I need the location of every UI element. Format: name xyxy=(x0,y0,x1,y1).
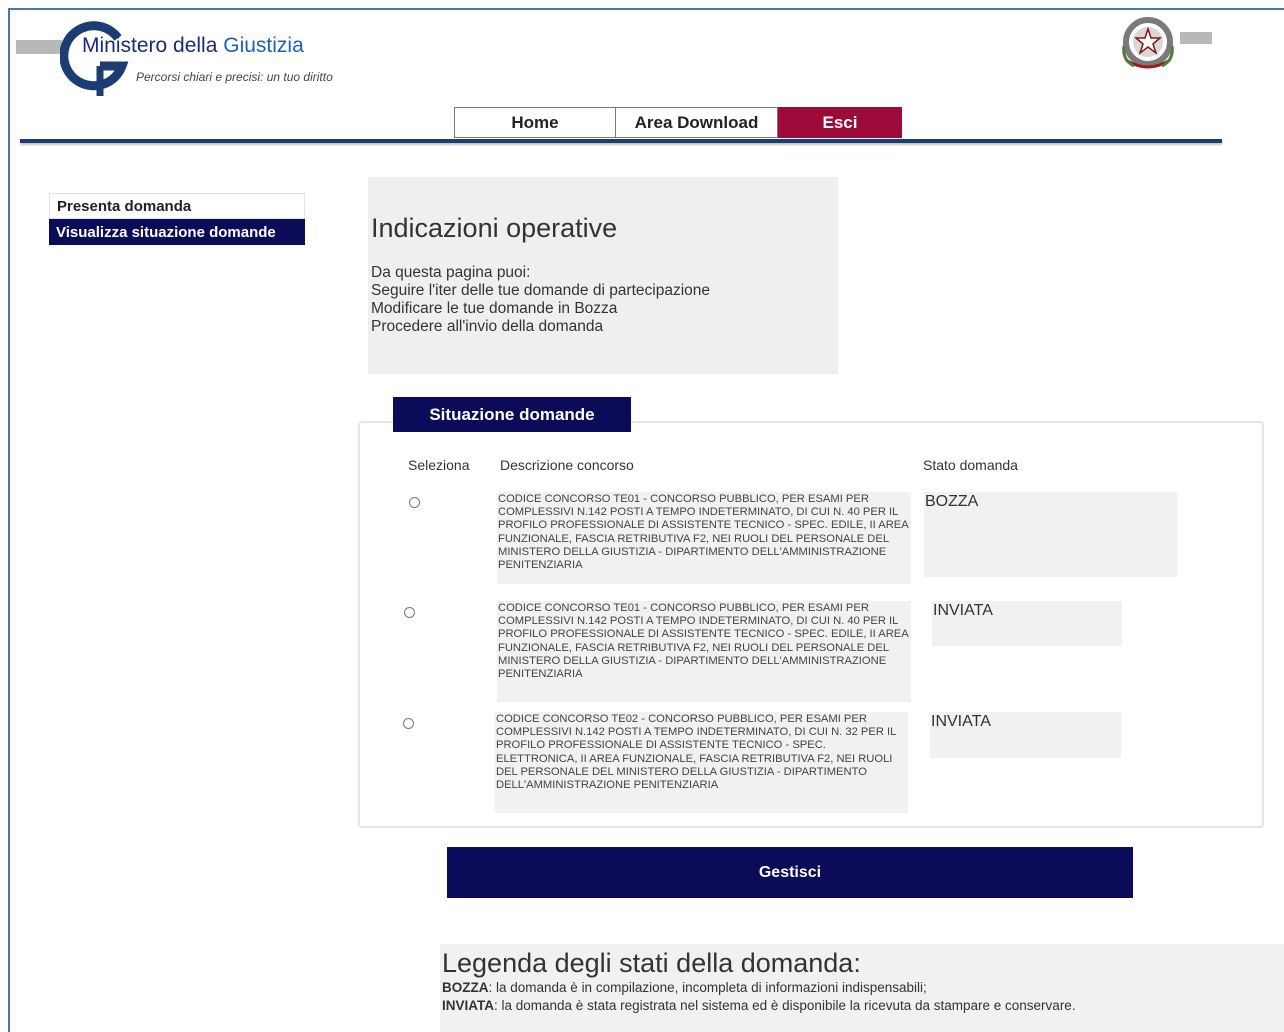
column-header-seleziona: Seleziona xyxy=(408,457,470,473)
logo-g-icon xyxy=(60,21,129,96)
column-header-stato: Stato domanda xyxy=(923,457,1018,473)
info-title: Indicazioni operative xyxy=(371,213,618,243)
row-description: CODICE CONCORSO TE02 - CONCORSO PUBBLICO… xyxy=(495,712,908,813)
info-line: Seguire l'iter delle tue domande di part… xyxy=(371,282,711,299)
legend-bozza: BOZZA: la domanda è in compilazione, inc… xyxy=(442,980,927,995)
row-state: INVIATA xyxy=(932,601,1122,646)
status-legend: Legenda degli stati della domanda: BOZZA… xyxy=(440,944,1284,1032)
situazione-domande-tab: Situazione domande xyxy=(393,397,631,432)
info-line: Modificare le tue domande in Bozza xyxy=(371,300,618,317)
info-line: Procedere all'invio della domanda xyxy=(371,318,604,335)
sidebar-item-presenta-domanda[interactable]: Presenta domanda xyxy=(49,193,305,219)
emblem-gray-bar xyxy=(1180,32,1212,44)
info-panel: Indicazioni operative Da questa pagina p… xyxy=(368,177,838,374)
legend-title: Legenda degli stati della domanda: xyxy=(442,948,861,978)
gestisci-button[interactable]: Gestisci xyxy=(447,847,1133,898)
nav-area-download-button[interactable]: Area Download xyxy=(616,107,778,138)
italian-republic-emblem-icon xyxy=(1122,17,1174,69)
top-navigation: Home Area Download Esci xyxy=(454,107,902,139)
row-select-radio[interactable] xyxy=(404,607,415,618)
row-description: CODICE CONCORSO TE01 - CONCORSO PUBBLICO… xyxy=(497,492,911,584)
row-state: INVIATA xyxy=(930,712,1121,758)
row-select-radio[interactable] xyxy=(409,497,420,508)
header-divider xyxy=(20,139,1222,143)
row-state: BOZZA xyxy=(924,492,1177,577)
nav-home-button[interactable]: Home xyxy=(454,107,616,138)
nav-exit-button[interactable]: Esci xyxy=(778,107,902,138)
row-select-radio[interactable] xyxy=(403,718,414,729)
ministry-logo: Ministero della Giustizia Percorsi chiar… xyxy=(16,14,368,102)
info-lines: Da questa pagina puoi: Seguire l'iter de… xyxy=(371,264,710,336)
logo-title: Ministero della Giustizia xyxy=(82,34,304,57)
column-header-descrizione: Descrizione concorso xyxy=(500,457,634,473)
legend-inviata: INVIATA: la domanda è stata registrata n… xyxy=(442,998,1076,1013)
logo-gray-bar xyxy=(16,40,62,54)
info-line: Da questa pagina puoi: xyxy=(371,264,531,281)
row-description: CODICE CONCORSO TE01 - CONCORSO PUBBLICO… xyxy=(497,601,911,702)
sidebar: Presenta domanda Visualizza situazione d… xyxy=(49,193,305,245)
sidebar-item-visualizza-situazione[interactable]: Visualizza situazione domande xyxy=(49,219,305,245)
logo-subtitle: Percorsi chiari e precisi: un tuo diritt… xyxy=(136,70,333,84)
